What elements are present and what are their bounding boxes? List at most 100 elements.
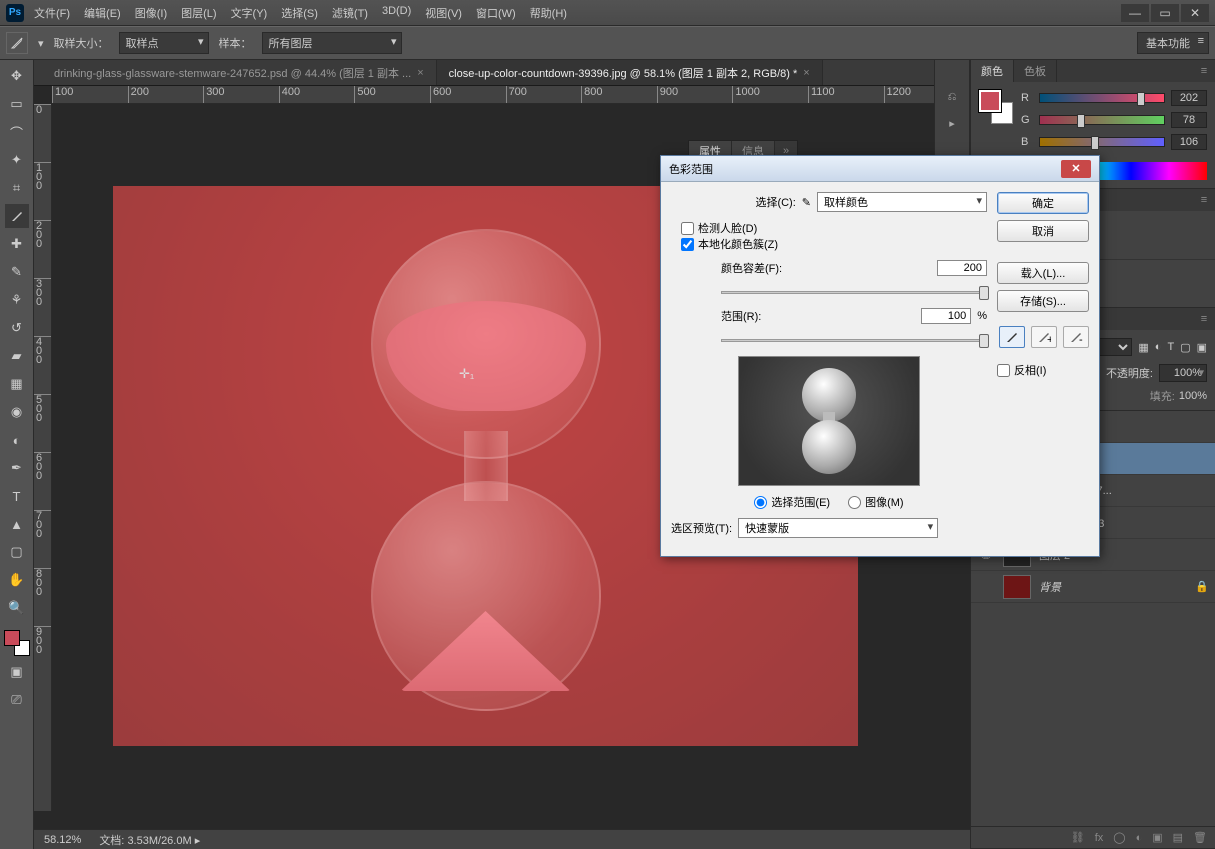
zoom-level[interactable]: 58.12% (44, 834, 81, 846)
healing-tool[interactable]: ✚ (5, 232, 29, 256)
preview-mode-dropdown[interactable]: 快速蒙版 (738, 518, 938, 538)
menu-window[interactable]: 窗口(W) (476, 5, 516, 21)
tab-color[interactable]: 颜色 (971, 60, 1014, 82)
stamp-tool[interactable]: ⚘ (5, 288, 29, 312)
menu-filter[interactable]: 滤镜(T) (332, 5, 368, 21)
layers-panel-menu-icon[interactable]: ≡ (1193, 308, 1215, 330)
r-value[interactable]: 202 (1171, 90, 1207, 106)
opacity-input[interactable]: 100% (1159, 364, 1207, 382)
type-tool[interactable]: T (5, 484, 29, 508)
workspace-switcher[interactable]: 基本功能 (1137, 32, 1209, 54)
hand-tool[interactable]: ✋ (5, 568, 29, 592)
lasso-tool[interactable]: ⌒ (5, 120, 29, 144)
sample-size-select[interactable]: 取样点 (119, 32, 209, 54)
color-panel-swatches[interactable] (979, 90, 1013, 124)
menu-select[interactable]: 选择(S) (281, 5, 318, 21)
color-panel-menu-icon[interactable]: ≡ (1193, 60, 1215, 82)
localized-checkbox[interactable] (681, 238, 694, 251)
eyedropper-add-icon[interactable]: + (1031, 326, 1057, 348)
filter-type-icon[interactable]: T (1167, 341, 1174, 353)
new-adjustment-icon[interactable]: ◐ (1136, 832, 1143, 844)
filter-shape-icon[interactable]: ▢ (1180, 341, 1190, 354)
menu-view[interactable]: 视图(V) (425, 5, 462, 21)
dialog-titlebar[interactable]: 色彩范围 ✕ (661, 156, 1099, 182)
document-tab-1[interactable]: drinking-glass-glassware-stemware-247652… (42, 60, 437, 85)
minimize-button[interactable]: — (1121, 4, 1149, 22)
document-tab-2[interactable]: close-up-color-countdown-39396.jpg @ 58.… (437, 60, 823, 85)
menu-edit[interactable]: 编辑(E) (84, 5, 121, 21)
history-panel-icon[interactable]: ⎌ (942, 88, 962, 106)
link-layers-icon[interactable]: ⛓ (1071, 831, 1085, 844)
fg-swatch[interactable] (979, 90, 1001, 112)
detect-faces-checkbox[interactable] (681, 222, 694, 235)
move-tool[interactable]: ✥ (5, 64, 29, 88)
tab-2-close-icon[interactable]: × (803, 67, 809, 79)
layer-name[interactable]: 背景 (1039, 579, 1187, 595)
sample-select[interactable]: 所有图层 (262, 32, 402, 54)
cancel-button[interactable]: 取消 (997, 220, 1089, 242)
r-slider[interactable] (1039, 93, 1165, 103)
fill-input[interactable]: 100% (1179, 390, 1207, 402)
close-button[interactable]: ✕ (1181, 4, 1209, 22)
menu-image[interactable]: 图像(I) (135, 5, 167, 21)
path-select-tool[interactable]: ▲ (5, 512, 29, 536)
current-tool-icon[interactable] (6, 32, 28, 54)
add-mask-icon[interactable]: ◯ (1113, 831, 1125, 844)
fuzziness-input[interactable] (937, 260, 987, 276)
marquee-tool[interactable]: ▭ (5, 92, 29, 116)
save-button[interactable]: 存储(S)... (997, 290, 1089, 312)
quick-mask-toggle[interactable]: ▣ (5, 660, 29, 684)
filter-smart-icon[interactable]: ▣ (1197, 341, 1207, 354)
foreground-color-swatch[interactable] (4, 630, 20, 646)
eyedropper-tool[interactable] (5, 204, 29, 228)
tab-1-close-icon[interactable]: × (417, 67, 423, 79)
selection-preview[interactable] (738, 356, 920, 486)
dodge-tool[interactable]: ◐ (5, 428, 29, 452)
color-swatches[interactable] (4, 630, 30, 656)
pen-tool[interactable]: ✒ (5, 456, 29, 480)
brush-tool[interactable]: ✎ (5, 260, 29, 284)
eraser-tool[interactable]: ▰ (5, 344, 29, 368)
filter-adjust-icon[interactable]: ◐ (1155, 341, 1162, 353)
actions-panel-icon[interactable]: ▸ (942, 114, 962, 132)
new-layer-icon[interactable]: ▤ (1173, 831, 1183, 844)
document-tabs: drinking-glass-glassware-stemware-247652… (34, 60, 970, 86)
tab-swatches[interactable]: 色板 (1014, 60, 1057, 82)
g-slider[interactable] (1039, 115, 1165, 125)
menu-layer[interactable]: 图层(L) (181, 5, 216, 21)
radio-image[interactable]: 图像(M) (848, 494, 904, 510)
history-brush-tool[interactable]: ↺ (5, 316, 29, 340)
screen-mode-toggle[interactable]: ⎚ (5, 688, 29, 712)
ok-button[interactable]: 确定 (997, 192, 1089, 214)
menu-3d[interactable]: 3D(D) (382, 5, 411, 21)
fuzziness-slider[interactable] (721, 284, 987, 300)
eyedropper-subtract-icon[interactable]: - (1063, 326, 1089, 348)
crop-tool[interactable]: ⌗ (5, 176, 29, 200)
select-mode-dropdown[interactable]: 取样颜色 (817, 192, 987, 212)
load-button[interactable]: 载入(L)... (997, 262, 1089, 284)
radio-selection[interactable]: 选择范围(E) (754, 494, 830, 510)
rectangle-tool[interactable]: ▢ (5, 540, 29, 564)
range-input[interactable] (921, 308, 971, 324)
zoom-tool[interactable]: 🔍 (5, 596, 29, 620)
gradient-tool[interactable]: ▦ (5, 372, 29, 396)
eyedropper-sample-icon[interactable] (999, 326, 1025, 348)
b-slider[interactable] (1039, 137, 1165, 147)
menu-file[interactable]: 文件(F) (34, 5, 70, 21)
maximize-button[interactable]: ▭ (1151, 4, 1179, 22)
invert-checkbox[interactable] (997, 364, 1010, 377)
blur-tool[interactable]: ◉ (5, 400, 29, 424)
filter-pixel-icon[interactable]: ▦ (1138, 341, 1148, 354)
dialog-close-button[interactable]: ✕ (1061, 160, 1091, 178)
layer-row[interactable]: 背景 🔒 (971, 571, 1215, 603)
menu-help[interactable]: 帮助(H) (530, 5, 567, 21)
menu-type[interactable]: 文字(Y) (231, 5, 268, 21)
layer-fx-icon[interactable]: fx (1095, 832, 1104, 844)
adjust-panel-menu-icon[interactable]: ≡ (1193, 189, 1215, 211)
b-value[interactable]: 106 (1171, 134, 1207, 150)
g-value[interactable]: 78 (1171, 112, 1207, 128)
range-slider[interactable] (721, 332, 987, 348)
new-group-icon[interactable]: ▣ (1152, 831, 1162, 844)
delete-layer-icon[interactable]: 🗑 (1193, 831, 1207, 844)
magic-wand-tool[interactable]: ✦ (5, 148, 29, 172)
